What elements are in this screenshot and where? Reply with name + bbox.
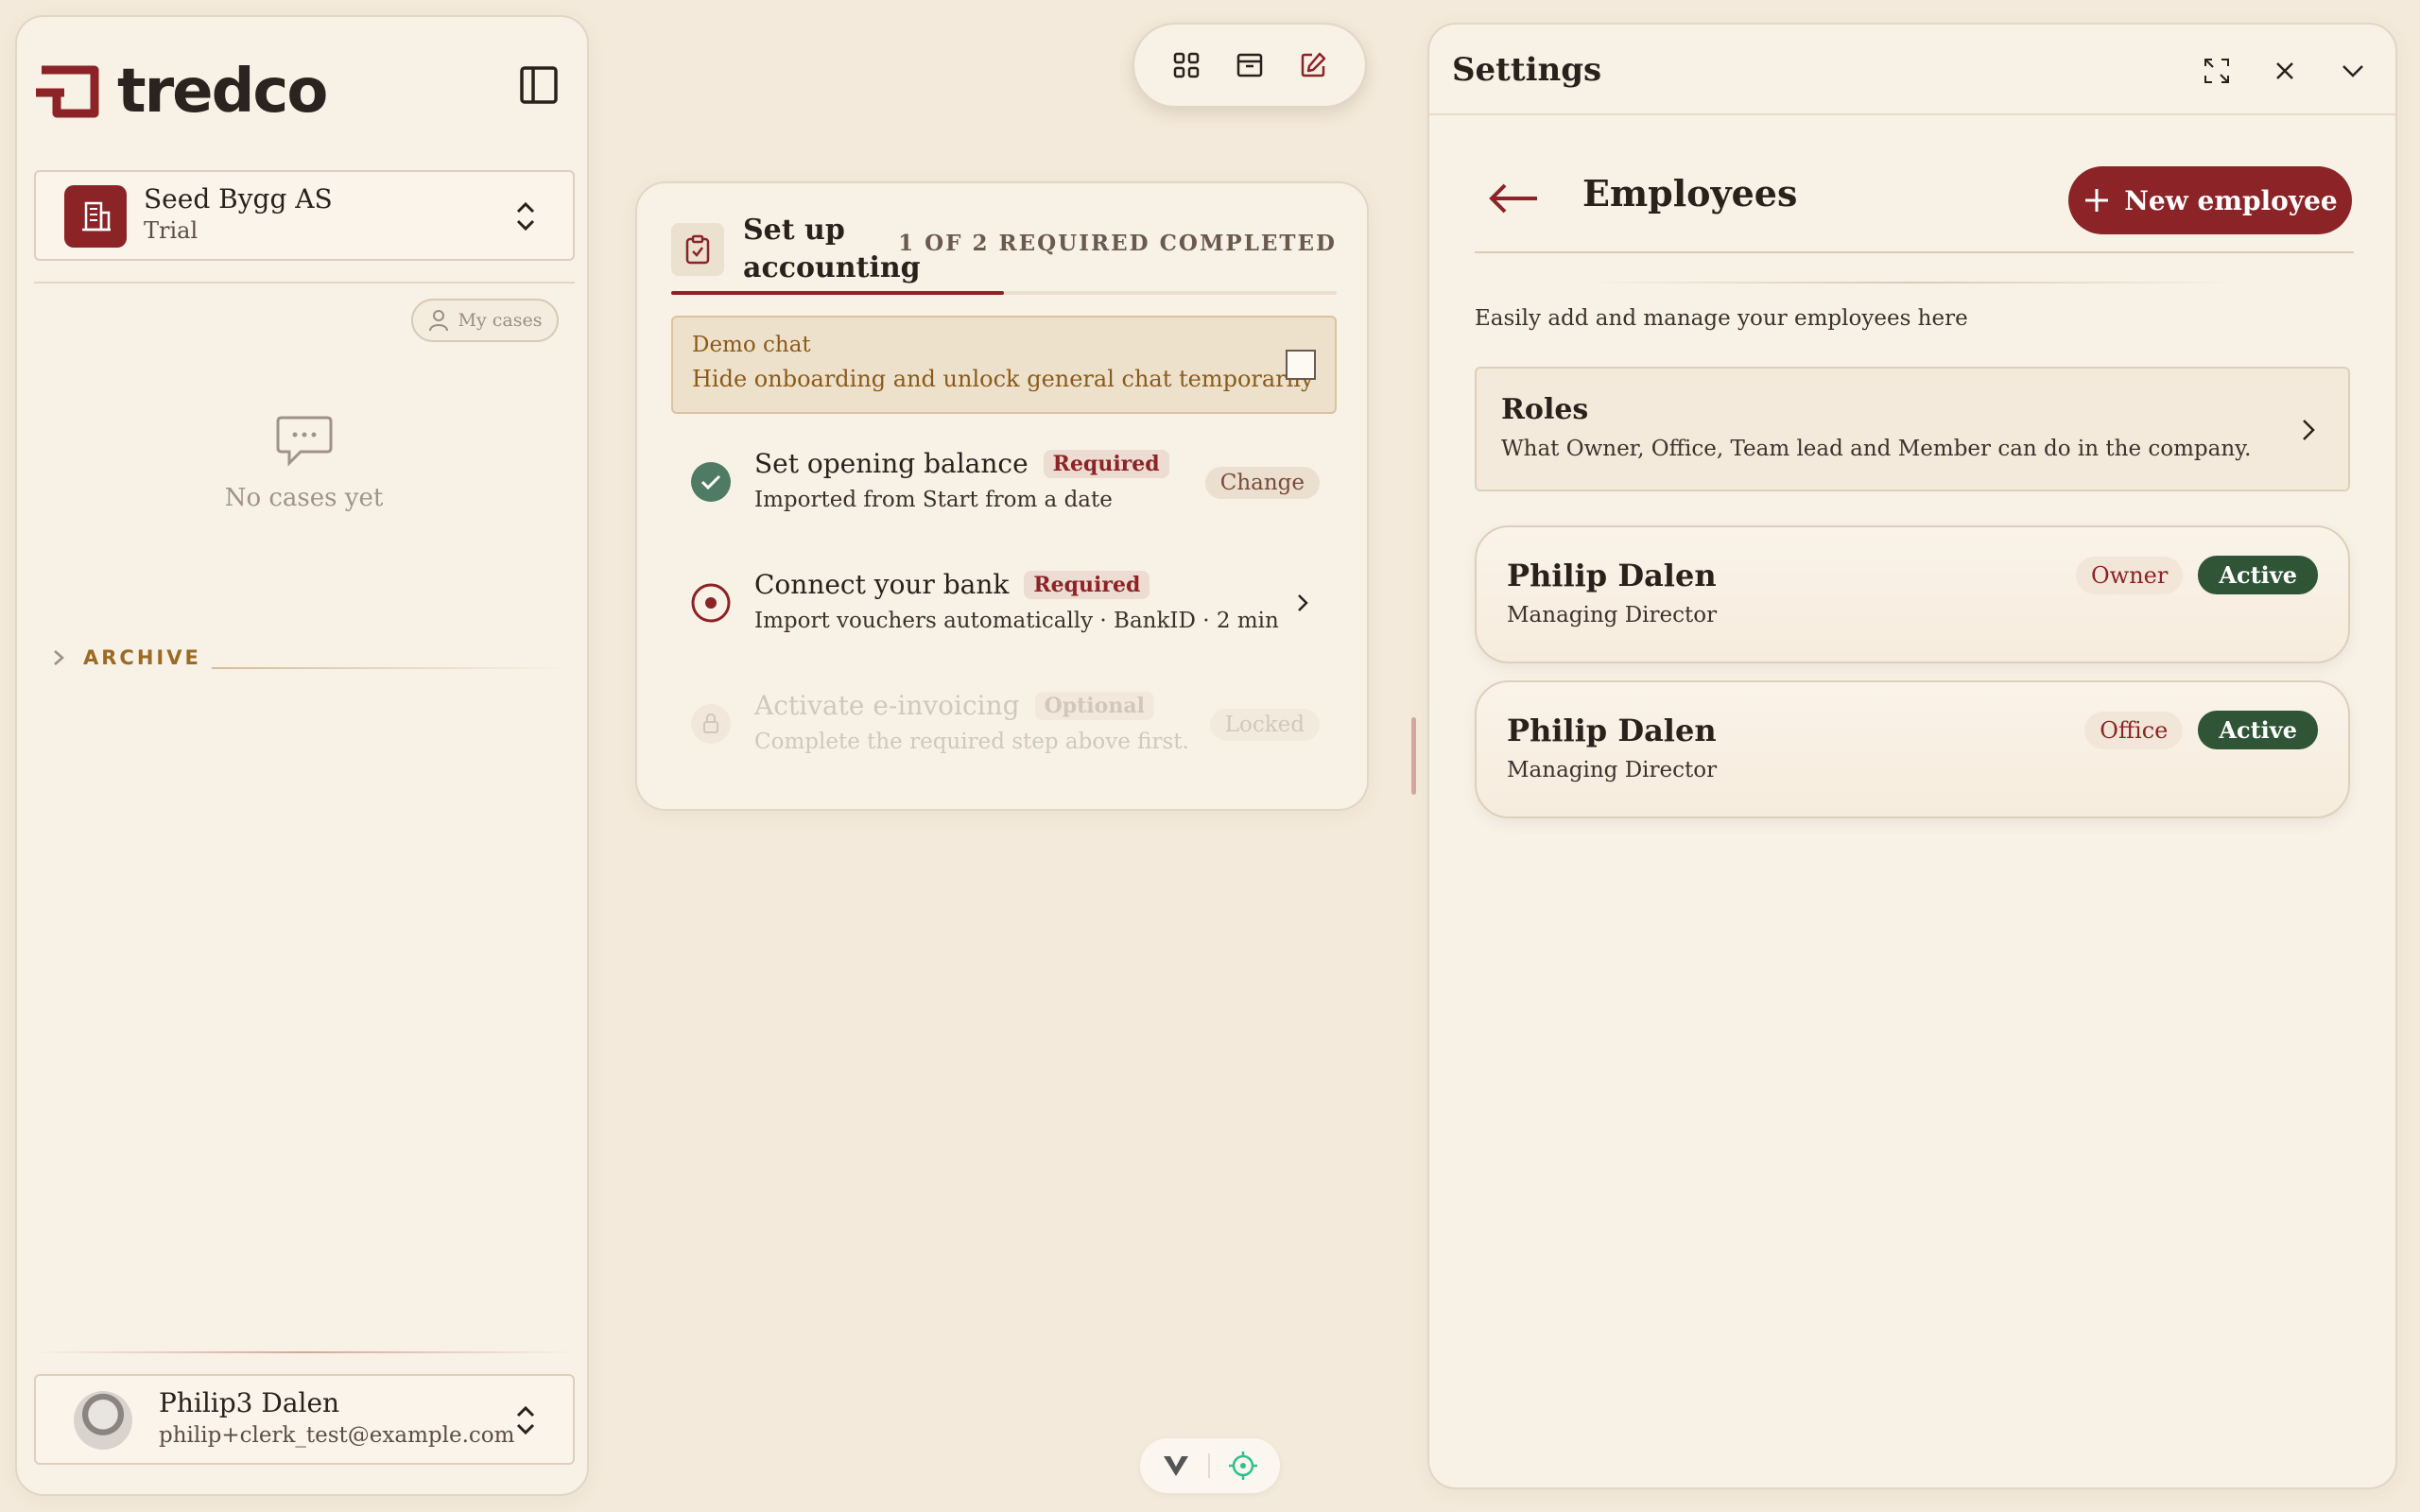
inbox-icon [1236, 53, 1263, 77]
my-cases-filter[interactable]: My cases [411, 299, 559, 342]
divider [1581, 282, 2242, 284]
demo-chat-subtitle: Hide onboarding and unlock general chat … [692, 366, 1314, 392]
archive-label: ARCHIVE [83, 646, 201, 669]
empty-cases-state: No cases yet [17, 414, 591, 512]
chevron-right-icon[interactable] [1291, 592, 1314, 614]
expand-icon[interactable] [2203, 57, 2231, 85]
my-cases-label: My cases [458, 310, 543, 331]
user-switcher[interactable]: Philip3 Dalen philip+clerk_test@example.… [34, 1374, 575, 1465]
check-circle-icon [691, 462, 731, 502]
step-connect-bank[interactable]: Connect your bank Required Import vouche… [690, 559, 1333, 654]
edit-icon [1301, 52, 1325, 77]
chevron-right-icon [54, 650, 64, 665]
step-title: Activate e-invoicing [754, 690, 1020, 721]
roles-subtitle: What Owner, Office, Team lead and Member… [1501, 437, 2252, 461]
step-e-invoicing: Activate e-invoicing Optional Complete t… [690, 680, 1333, 775]
panel-resize-handle[interactable] [1411, 717, 1416, 795]
empty-cases-text: No cases yet [224, 484, 384, 512]
grid-button[interactable] [1167, 46, 1205, 84]
avatar [74, 1391, 132, 1450]
required-tag: Required [1024, 570, 1150, 599]
roles-card[interactable]: Roles What Owner, Office, Team lead and … [1475, 367, 2350, 491]
crosshair-icon[interactable] [1228, 1451, 1258, 1481]
step-title: Connect your bank [754, 569, 1010, 600]
divider [1207, 1453, 1210, 1478]
divider [1475, 251, 2354, 253]
step-opening-balance: Set opening balance Required Imported fr… [690, 438, 1333, 533]
employee-card[interactable]: Philip Dalen Managing Director Office Ac… [1475, 680, 2350, 818]
change-button[interactable]: Change [1204, 467, 1320, 499]
step-subtitle: Import vouchers automatically · BankID ·… [754, 609, 1279, 633]
employee-name: Philip Dalen [1507, 713, 1717, 748]
inbox-button[interactable] [1231, 46, 1269, 84]
onboarding-progress-text: 1 OF 2 REQUIRED COMPLETED [898, 231, 1337, 256]
employee-name: Philip Dalen [1507, 558, 1717, 593]
required-tag: Required [1043, 449, 1169, 478]
chevron-down-icon[interactable] [2339, 57, 2367, 85]
top-toolbar [1132, 23, 1367, 108]
grid-icon [1174, 52, 1200, 78]
sidebar: tredco Seed Bygg AS Trial My cases No ca… [15, 15, 589, 1496]
employee-title: Managing Director [1507, 758, 1718, 782]
onboarding-card: Set up accounting 1 OF 2 REQUIRED COMPLE… [635, 181, 1369, 811]
new-employee-label: New employee [2124, 184, 2338, 216]
settings-title: Settings [1452, 51, 1602, 89]
employees-title: Employees [1582, 172, 1798, 215]
close-icon[interactable] [2271, 57, 2299, 85]
status-badge: Active [2198, 711, 2318, 749]
chevron-up-down-icon [516, 1405, 535, 1435]
user-name: Philip3 Dalen [159, 1387, 340, 1418]
settings-header: Settings [1429, 25, 2395, 115]
clipboard-check-icon [671, 223, 724, 276]
employee-card[interactable]: Philip Dalen Managing Director Owner Act… [1475, 525, 2350, 663]
user-icon [428, 310, 448, 332]
divider [34, 1351, 575, 1353]
employees-description: Easily add and manage your employees her… [1475, 306, 1968, 331]
chat-bubble-icon [276, 416, 332, 467]
employee-title: Managing Director [1507, 603, 1718, 627]
back-arrow-icon[interactable] [1488, 180, 1541, 217]
roles-title: Roles [1501, 393, 1589, 426]
demo-chat-title: Demo chat [692, 333, 811, 357]
chevron-right-icon [2303, 420, 2315, 440]
tredco-logo-icon [36, 59, 112, 125]
archive-toggle[interactable]: ARCHIVE [51, 646, 201, 669]
company-switcher[interactable]: Seed Bygg AS Trial [34, 170, 575, 261]
target-circle-icon [691, 583, 731, 623]
onboarding-progress-bar [671, 291, 1337, 295]
divider [34, 282, 575, 284]
plus-icon [2085, 189, 2109, 212]
locked-badge: Locked [1209, 709, 1320, 741]
step-subtitle: Complete the required step above first. [754, 730, 1189, 754]
role-badge: Office [2084, 711, 2184, 749]
demo-chat-option[interactable]: Demo chat Hide onboarding and unlock gen… [671, 316, 1337, 414]
lock-icon [691, 704, 731, 744]
chevron-up-down-icon [516, 201, 535, 232]
vercel-logo-icon[interactable] [1162, 1453, 1190, 1478]
logo[interactable]: tredco [36, 57, 328, 127]
new-employee-button[interactable]: New employee [2068, 166, 2352, 234]
step-title: Set opening balance [754, 448, 1028, 479]
building-icon [64, 185, 127, 248]
sidebar-toggle-button[interactable] [518, 64, 560, 106]
onboarding-progress-fill [671, 291, 1004, 295]
settings-panel: Settings Employees New employee Easily a… [1427, 23, 2397, 1489]
logo-text: tredco [117, 57, 328, 127]
optional-tag: Optional [1034, 691, 1154, 720]
status-badge: Active [2198, 556, 2318, 594]
company-name: Seed Bygg AS [144, 183, 333, 215]
user-email: philip+clerk_test@example.com [159, 1423, 515, 1448]
company-plan: Trial [144, 217, 199, 244]
role-badge: Owner [2075, 556, 2184, 594]
step-subtitle: Imported from Start from a date [754, 488, 1113, 512]
compose-button[interactable] [1294, 46, 1332, 84]
dev-tools-pill [1140, 1438, 1280, 1493]
demo-chat-checkbox[interactable] [1286, 350, 1316, 380]
archive-divider [212, 667, 571, 669]
sidebar-panel-icon [520, 66, 558, 104]
onboarding-header: Set up accounting 1 OF 2 REQUIRED COMPLE… [671, 212, 1337, 287]
